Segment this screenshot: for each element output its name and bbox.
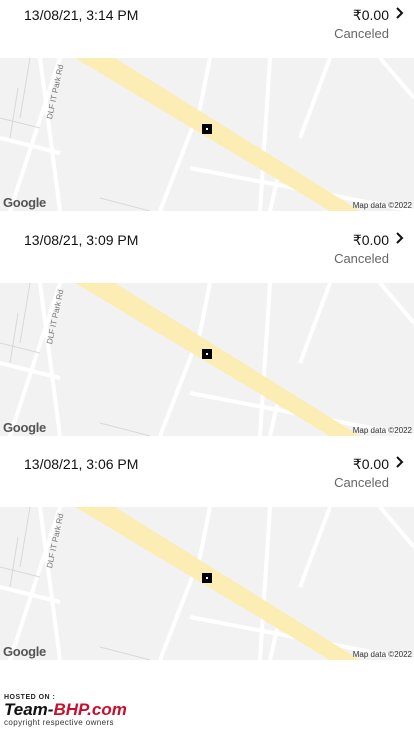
trip-fare: ₹0.00 — [352, 456, 389, 472]
trip-datetime: 13/08/21, 3:06 PM — [24, 456, 139, 472]
watermark-logo-part1: Team- — [4, 700, 54, 719]
trip-header[interactable]: 13/08/21, 3:06 PM ₹0.00 Canceled — [0, 449, 414, 507]
map-attribution: Map data ©2022 — [352, 426, 412, 435]
map-graphic — [0, 283, 414, 436]
map-attribution: Map data ©2022 — [352, 201, 412, 210]
trip-card[interactable]: 13/08/21, 3:14 PM ₹0.00 Canceled DLF IT … — [0, 0, 414, 211]
trip-card[interactable]: 13/08/21, 3:06 PM ₹0.00 Canceled DLF IT … — [0, 449, 414, 660]
chevron-right-icon[interactable] — [394, 455, 406, 469]
trip-datetime: 13/08/21, 3:14 PM — [24, 7, 139, 23]
google-logo: Google — [3, 644, 46, 659]
trip-header[interactable]: 13/08/21, 3:09 PM ₹0.00 Canceled — [0, 225, 414, 283]
chevron-right-icon[interactable] — [394, 231, 406, 245]
watermark-copyright: copyright respective owners — [4, 718, 114, 727]
trip-fare: ₹0.00 — [352, 232, 389, 248]
trip-fare: ₹0.00 — [352, 7, 389, 23]
trip-map: DLF IT Park Rd Google Map data ©2022 — [0, 507, 414, 660]
pickup-marker-icon — [202, 124, 212, 134]
trip-datetime: 13/08/21, 3:09 PM — [24, 232, 139, 248]
watermark-logo-part3: .com — [87, 700, 127, 719]
watermark-logo: Team-BHP.com — [4, 701, 204, 718]
pickup-marker-icon — [202, 349, 212, 359]
map-graphic — [0, 507, 414, 660]
watermark-logo-part2: BHP — [53, 700, 88, 719]
team-bhp-watermark: HOSTED ON : Team-BHP.com copyright respe… — [4, 694, 204, 734]
trip-header[interactable]: 13/08/21, 3:14 PM ₹0.00 Canceled — [0, 0, 414, 58]
google-logo: Google — [3, 195, 46, 210]
trip-map: DLF IT Park Rd Google Map data ©2022 — [0, 58, 414, 211]
google-logo: Google — [3, 420, 46, 435]
trip-status: Canceled — [334, 26, 389, 41]
map-attribution: Map data ©2022 — [352, 650, 412, 659]
trip-card[interactable]: 13/08/21, 3:09 PM ₹0.00 Canceled DLF IT … — [0, 225, 414, 436]
pickup-marker-icon — [202, 573, 212, 583]
chevron-right-icon[interactable] — [394, 6, 406, 20]
trip-status: Canceled — [334, 251, 389, 266]
map-graphic — [0, 58, 414, 211]
trip-status: Canceled — [334, 475, 389, 490]
trip-map: DLF IT Park Rd Google Map data ©2022 — [0, 283, 414, 436]
